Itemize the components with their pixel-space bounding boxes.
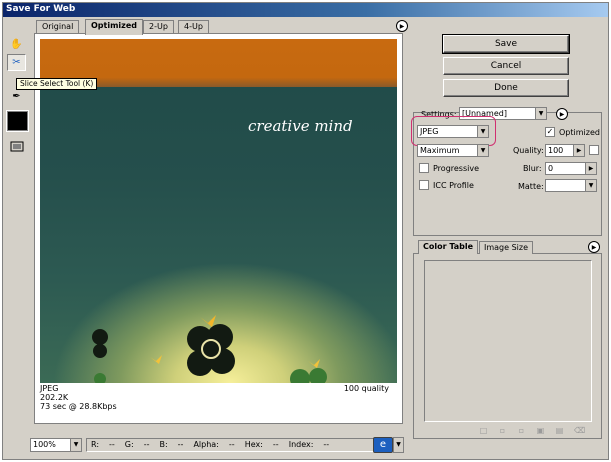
compression-quality-dropdown[interactable]: Maximum ▼ (417, 144, 489, 157)
readout-b-value: -- (177, 440, 184, 449)
preview-quality: 100 quality (343, 384, 389, 393)
optimized-label: Optimized (559, 128, 600, 137)
lock-color-icon[interactable]: ▫ (517, 426, 526, 435)
flower-artwork (92, 315, 327, 383)
slices-visibility-icon (10, 141, 23, 152)
menu-arrow-icon: ▶ (585, 163, 596, 174)
readout-alpha-label: Alpha: (193, 440, 219, 449)
preview-size: 202.2K (40, 393, 69, 402)
tab-image-size[interactable]: Image Size (479, 241, 534, 254)
preview-info-bar: JPEG 202.2K 73 sec @ 28.8Kbps 100 qualit… (40, 384, 397, 420)
menu-arrow-icon: ▶ (573, 145, 584, 156)
hand-icon: ✋ (10, 39, 23, 50)
chevron-down-icon: ▼ (70, 439, 81, 451)
chevron-down-icon: ▼ (396, 441, 401, 448)
file-format-dropdown[interactable]: JPEG ▼ (417, 125, 489, 138)
browser-select-dropdown[interactable]: ▼ (393, 437, 404, 453)
slice-select-icon: ✂ (12, 57, 21, 68)
preview-in-browser-button[interactable]: e (373, 437, 393, 453)
readout-hex-label: Hex: (244, 440, 263, 449)
preview-menu-button[interactable]: ▶ (396, 20, 408, 32)
readout-hex-value: -- (272, 440, 279, 449)
eyedropper-tool-button[interactable]: ✒ (7, 88, 26, 105)
readout-index-value: -- (323, 440, 330, 449)
menu-arrow-icon: ▶ (559, 110, 565, 118)
tab-color-table[interactable]: Color Table (418, 240, 479, 254)
cancel-button[interactable]: Cancel (443, 57, 569, 75)
tab-original[interactable]: Original (36, 20, 80, 34)
file-format-value: JPEG (420, 127, 439, 136)
readout-g-value: -- (143, 440, 150, 449)
chevron-down-icon: ▼ (585, 180, 596, 191)
tab-optimized[interactable]: Optimized (85, 19, 143, 35)
web-shift-icon[interactable]: ▫ (498, 426, 507, 435)
tab-4-up[interactable]: 4-Up (178, 20, 209, 34)
window-title: Save For Web (6, 4, 76, 14)
eyedropper-icon: ✒ (12, 91, 21, 102)
new-color-icon[interactable]: ▤ (555, 426, 564, 435)
tool-tooltip: Slice Select Tool (K) (16, 78, 98, 90)
compression-quality-value: Maximum (420, 146, 460, 155)
map-transparent-icon[interactable]: □ (479, 426, 488, 435)
readout-g-label: G: (124, 440, 134, 449)
check-icon: ✓ (546, 127, 554, 136)
hand-tool-button[interactable]: ✋ (7, 36, 26, 53)
delete-color-icon[interactable]: ⌫ (574, 426, 585, 435)
matte-label: Matte: (518, 182, 544, 191)
chevron-down-icon: ▼ (477, 126, 488, 137)
blur-label: Blur: (523, 164, 542, 173)
readout-b-label: B: (159, 440, 168, 449)
readout-r-value: -- (109, 440, 115, 449)
title-bar: Save For Web (3, 3, 608, 17)
matte-dropdown[interactable]: ▼ (545, 179, 597, 192)
done-button[interactable]: Done (443, 79, 569, 97)
zoom-level-dropdown[interactable]: 100% ▼ (30, 438, 82, 452)
preview-download-time: 73 sec @ 28.8Kbps (40, 402, 117, 411)
browser-icon: e (379, 439, 387, 450)
readout-r-label: R: (91, 440, 100, 449)
progressive-checkbox[interactable] (419, 163, 429, 173)
menu-arrow-icon: ▶ (399, 22, 405, 30)
optimize-menu-button[interactable]: ▶ (556, 108, 568, 120)
color-readouts: R: -- G: -- B: -- Alpha: -- Hex: -- Inde… (86, 438, 396, 452)
quality-label: Quality: (513, 146, 544, 155)
tab-2-up[interactable]: 2-Up (143, 20, 174, 34)
quality-value: 100 (548, 146, 564, 155)
eyedropper-color-swatch[interactable] (6, 110, 29, 132)
optimized-checkbox[interactable]: ✓ (545, 127, 555, 137)
color-table-swatches[interactable] (424, 260, 592, 422)
chevron-down-icon: ▼ (535, 108, 546, 119)
icc-profile-label: ICC Profile (433, 181, 474, 190)
chevron-down-icon: ▼ (477, 145, 488, 156)
add-color-icon[interactable]: ▣ (536, 426, 545, 435)
quality-channel-button[interactable] (589, 145, 599, 155)
readout-index-label: Index: (288, 440, 314, 449)
save-button[interactable]: Save (442, 34, 570, 54)
slice-select-tool-button[interactable]: ✂ (7, 54, 26, 71)
status-bar: 100% ▼ R: -- G: -- B: -- Alpha: -- Hex: … (30, 437, 404, 454)
color-table-menu-button[interactable]: ▶ (588, 241, 600, 253)
toggle-slices-visibility-button[interactable] (7, 138, 26, 155)
quality-input[interactable]: 100 ▶ (545, 144, 585, 157)
progressive-label: Progressive (433, 164, 480, 173)
optimized-image-preview[interactable]: creative mind (40, 39, 397, 383)
readout-alpha-value: -- (228, 440, 235, 449)
zoom-level-value: 100% (33, 440, 56, 449)
preview-pane: creative mind JPEG 202.2K 73 sec @ 28.8K… (34, 33, 403, 424)
blur-value: 0 (548, 164, 554, 173)
blur-input[interactable]: 0 ▶ (545, 162, 597, 175)
icc-profile-checkbox[interactable] (419, 180, 429, 190)
menu-arrow-icon: ▶ (591, 243, 597, 251)
